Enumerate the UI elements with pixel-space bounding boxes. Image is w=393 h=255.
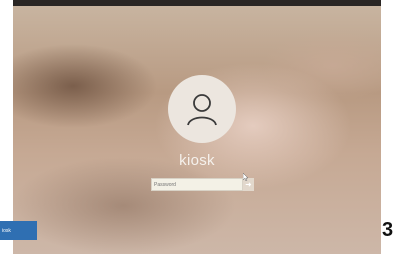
user-silhouette-icon xyxy=(187,94,217,126)
arrow-right-icon xyxy=(245,182,252,187)
password-input[interactable] xyxy=(151,178,243,191)
username-label: kiosk xyxy=(179,152,215,169)
user-avatar xyxy=(168,75,236,143)
user-switch-tile[interactable]: iosk xyxy=(0,221,37,240)
lock-screen-background: kiosk xyxy=(13,6,381,254)
password-row xyxy=(151,178,254,191)
mouse-cursor-icon xyxy=(243,173,248,181)
user-switch-label: iosk xyxy=(2,227,11,234)
edge-text: 3 xyxy=(382,219,393,241)
